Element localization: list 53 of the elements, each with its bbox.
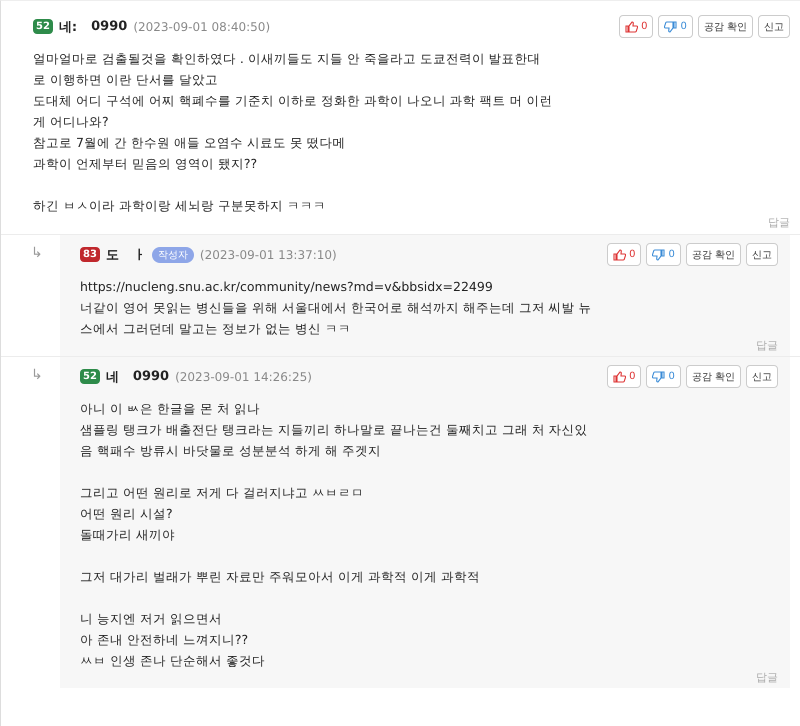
comment-text: 얼마얼마로 검출될것을 확인하였다 . 이새끼들도 지들 안 죽을라고 도쿄전력이 발표한대 <box>33 50 542 68</box>
comment-text: 아 존내 안전하네 느껴지니?? <box>80 631 250 649</box>
comment-text: https://nucleng.snu.ac.kr/community/news?md=v&bbsidx=22499 <box>80 278 494 296</box>
comment-text: 니 능지엔 저거 읽으면서 <box>80 610 223 628</box>
comment-text: 스에서 그러던데 말고는 정보가 없는 병신 ㅋㅋ <box>80 320 352 338</box>
author-name[interactable]: 네: <box>58 18 78 36</box>
like-button[interactable]: 0 <box>619 15 654 38</box>
thumbs-up-icon <box>613 248 626 260</box>
comment-text: 그저 대가리 벌래가 뿌린 자료만 주워모아서 이게 과학적 이게 과학적 <box>80 568 481 586</box>
empathy-check-button[interactable]: 공감 확인 <box>698 15 753 38</box>
comment-text: 음 핵패수 방류시 바닷물로 성분분석 하게 해 주겟지 <box>80 442 382 460</box>
author-name[interactable]: 네 <box>106 368 119 386</box>
comment-text: 참고로 7월에 간 한수원 애들 오염수 시료도 못 떴다메 <box>33 134 347 152</box>
level-badge: 83 <box>80 247 100 262</box>
reply-arrow: ↳ <box>30 366 44 385</box>
level-badge: 52 <box>33 19 53 34</box>
author-name[interactable]: 0990 <box>132 369 170 384</box>
comment-time: (2023-09-01 13:37:10) <box>200 248 337 262</box>
comment-text: 하긴 ㅂㅅ이라 과학이랑 세뇌랑 구분못하지 ㅋㅋㅋ <box>33 197 327 215</box>
comment-text: 로 이행하면 이란 단서를 달았고 <box>33 71 219 89</box>
comment-time: (2023-09-01 08:40:50) <box>133 20 270 34</box>
dislike-button[interactable]: 0 <box>646 365 681 388</box>
comment-text: 과학이 언제부터 믿음의 영역이 됐지?? <box>33 155 258 173</box>
comment-text: 너같이 영어 못읽는 병신들을 위해 서울대에서 한국어로 해석까지 해주는데 그저 씨발 뉴 <box>80 299 593 317</box>
thumbs-up-icon <box>625 20 638 32</box>
empathy-check-button[interactable]: 공감 확인 <box>686 243 741 266</box>
report-button[interactable]: 신고 <box>746 243 778 266</box>
comment-text: ㅆㅂ 인생 존나 단순해서 좋것다 <box>80 652 266 670</box>
comment-text: 게 어디나와? <box>33 113 110 131</box>
author-name[interactable]: 0990 <box>91 19 128 34</box>
comment-text: 어떤 원리 시설? <box>80 505 174 523</box>
comment-time: (2023-09-01 14:26:25) <box>175 370 312 384</box>
comment-text: 도대체 어디 구석에 어찌 핵폐수를 기준치 이하로 정화한 과학이 나오니 과학 팩트 머 이런 <box>33 92 554 110</box>
like-button[interactable]: 0 <box>607 243 642 266</box>
dislike-button[interactable]: 0 <box>646 243 681 266</box>
empathy-check-button[interactable]: 공감 확인 <box>686 365 741 388</box>
thumbs-down-icon <box>664 20 678 32</box>
author-name[interactable]: 도 <box>106 246 119 264</box>
thumbs-down-icon <box>652 370 666 382</box>
thumbs-up-icon <box>613 370 626 382</box>
comment-text: 아니 이 ㅄ은 한글을 몬 처 읽나 <box>80 400 261 418</box>
comment-text: 그리고 어떤 원리로 저게 다 걸러지냐고 ㅆㅂㄹㅁ <box>80 484 365 502</box>
report-button[interactable]: 신고 <box>746 365 778 388</box>
comment-text: 돌때가리 새끼야 <box>80 526 176 544</box>
level-badge: 52 <box>80 369 100 384</box>
dislike-button[interactable]: 0 <box>658 15 693 38</box>
reply-arrow: ↳ <box>30 244 44 263</box>
thumbs-down-icon <box>652 248 666 260</box>
author-tag: 작성자 <box>152 246 194 262</box>
report-button[interactable]: 신고 <box>758 15 790 38</box>
comment-text: 샘플링 탱크가 배출전단 탱크라는 지들끼리 하나말로 끝나는건 둘째치고 그래 처 자신있 <box>80 421 589 439</box>
like-button[interactable]: 0 <box>607 365 642 388</box>
author-name[interactable]: ㅏ <box>132 246 146 264</box>
